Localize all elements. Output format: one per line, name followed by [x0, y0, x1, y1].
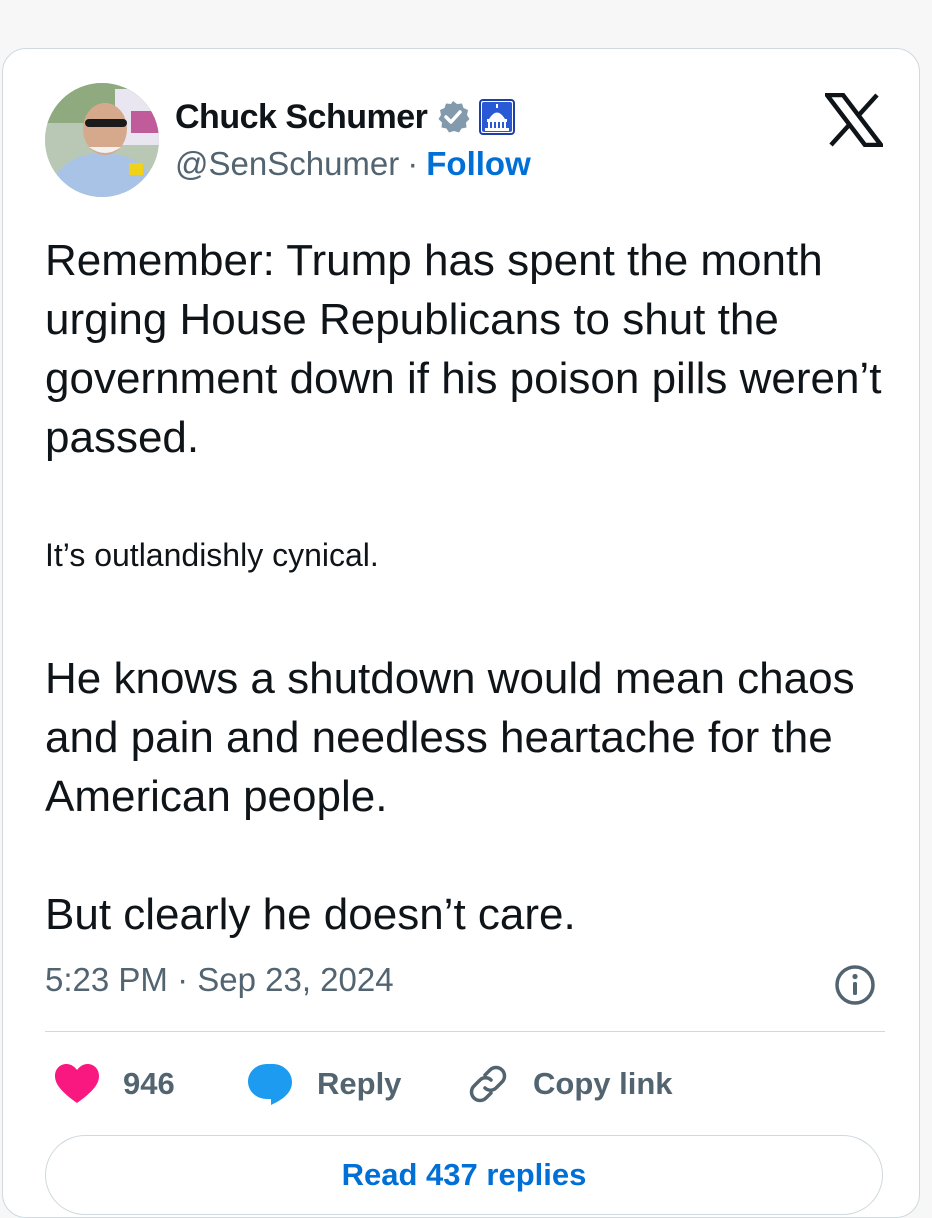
handle-separator: ·	[407, 145, 419, 182]
action-bar: 946 Reply Copy link	[45, 1059, 885, 1109]
reply-label: Reply	[317, 1066, 402, 1101]
tweet-timestamp[interactable]: 5:23 PM · Sep 23, 2024	[45, 961, 394, 999]
avatar[interactable]	[45, 83, 159, 197]
like-count: 946	[123, 1066, 175, 1101]
verified-badge-icon	[435, 99, 471, 135]
avatar-photo	[45, 83, 159, 197]
info-icon[interactable]	[833, 963, 877, 1007]
reply-button[interactable]: Reply	[245, 1059, 401, 1109]
tweet-paragraph: It’s outlandishly cynical.	[45, 537, 379, 573]
tweet-paragraph: He knows a shutdown would mean chaos and…	[45, 654, 855, 821]
tweet-card: Chuck Schumer @SenSchumer · Follow Remem…	[2, 48, 920, 1218]
like-button[interactable]: 946	[53, 1059, 175, 1109]
read-replies-button[interactable]: Read 437 replies	[45, 1135, 883, 1215]
heart-icon	[55, 1064, 99, 1103]
tweet-paragraph: But clearly he doesn’t care.	[45, 890, 576, 939]
tweet-paragraph: Remember: Trump has spent the month urgi…	[45, 236, 882, 462]
capitol-affiliate-icon	[479, 99, 516, 135]
copy-link-button[interactable]: Copy link	[465, 1059, 673, 1109]
copy-link-label: Copy link	[533, 1066, 673, 1101]
speech-bubble-icon	[248, 1064, 292, 1105]
x-logo-icon[interactable]	[822, 92, 886, 148]
author-name-row: Chuck Schumer	[175, 97, 516, 137]
link-icon	[469, 1065, 507, 1103]
read-replies-label: Read 437 replies	[341, 1157, 587, 1192]
divider	[45, 1031, 885, 1032]
follow-button[interactable]: Follow	[426, 145, 530, 183]
author-name[interactable]: Chuck Schumer	[175, 98, 428, 137]
author-handle-row: @SenSchumer · Follow	[175, 145, 531, 183]
author-handle[interactable]: @SenSchumer	[175, 145, 399, 183]
